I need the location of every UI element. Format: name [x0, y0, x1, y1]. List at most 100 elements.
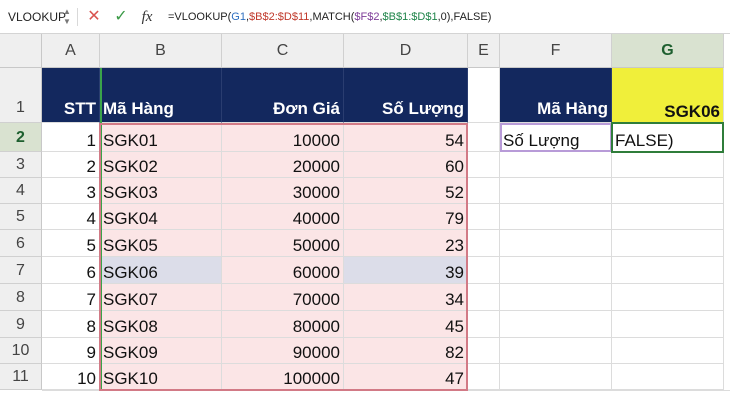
so-luong-cell[interactable]: 45 — [344, 311, 468, 338]
stt-cell[interactable]: 7 — [42, 284, 100, 311]
lookup-header-ma-hang[interactable]: Mã Hàng — [500, 68, 612, 123]
ma-hang-cell[interactable]: SGK01 — [100, 123, 222, 152]
row-header-8[interactable]: 8 — [0, 284, 42, 311]
row-header-7[interactable]: 7 — [0, 257, 42, 284]
don-gia-cell[interactable]: 10000 — [222, 123, 344, 152]
empty-cell[interactable] — [468, 284, 500, 311]
don-gia-cell[interactable]: 70000 — [222, 284, 344, 311]
header-ma-hang[interactable]: Mã Hàng — [100, 68, 222, 123]
row-header-4[interactable]: 4 — [0, 178, 42, 204]
stt-cell[interactable]: 6 — [42, 257, 100, 284]
stt-cell[interactable]: 8 — [42, 311, 100, 338]
check-icon[interactable]: ✓ — [112, 7, 130, 27]
column-header-a[interactable]: A — [42, 34, 100, 68]
row-header-1[interactable]: 1 — [0, 68, 42, 123]
stt-cell[interactable]: 5 — [42, 230, 100, 257]
empty-cell[interactable] — [468, 338, 500, 364]
header-stt[interactable]: STT — [42, 68, 100, 123]
empty-cell[interactable] — [612, 152, 724, 178]
select-all-corner[interactable] — [0, 34, 42, 68]
so-luong-cell[interactable]: 39 — [344, 257, 468, 284]
stt-cell[interactable]: 3 — [42, 178, 100, 204]
empty-cell[interactable] — [612, 204, 724, 230]
ma-hang-cell[interactable]: SGK10 — [100, 364, 222, 390]
row-header-5[interactable]: 5 — [0, 204, 42, 230]
row-header-10[interactable]: 10 — [0, 338, 42, 364]
header-don-gia[interactable]: Đơn Giá — [222, 68, 344, 123]
empty-cell[interactable] — [468, 364, 500, 390]
so-luong-cell[interactable]: 47 — [344, 364, 468, 390]
column-header-c[interactable]: C — [222, 34, 344, 68]
empty-cell[interactable] — [468, 178, 500, 204]
stt-cell[interactable]: 9 — [42, 338, 100, 364]
empty-cell[interactable] — [612, 311, 724, 338]
row-header-9[interactable]: 9 — [0, 311, 42, 338]
empty-cell[interactable] — [500, 230, 612, 257]
column-header-d[interactable]: D — [344, 34, 468, 68]
row-header-3[interactable]: 3 — [0, 152, 42, 178]
ma-hang-cell[interactable]: SGK02 — [100, 152, 222, 178]
don-gia-cell[interactable]: 60000 — [222, 257, 344, 284]
result-cell[interactable]: FALSE) — [612, 123, 724, 152]
column-header-b[interactable]: B — [100, 34, 222, 68]
empty-cell[interactable] — [468, 257, 500, 284]
empty-cell[interactable] — [500, 311, 612, 338]
empty-cell[interactable] — [500, 364, 612, 390]
empty-cell[interactable] — [500, 152, 612, 178]
empty-cell[interactable] — [500, 257, 612, 284]
ma-hang-cell[interactable]: SGK09 — [100, 338, 222, 364]
so-luong-cell[interactable]: 82 — [344, 338, 468, 364]
empty-cell[interactable] — [468, 230, 500, 257]
row-header-2[interactable]: 2 — [0, 123, 42, 152]
so-luong-cell[interactable]: 34 — [344, 284, 468, 311]
column-header-g[interactable]: G — [612, 34, 724, 68]
stt-cell[interactable]: 4 — [42, 204, 100, 230]
row-header-6[interactable]: 6 — [0, 230, 42, 257]
so-luong-cell[interactable]: 60 — [344, 152, 468, 178]
empty-cell[interactable] — [468, 152, 500, 178]
empty-cell[interactable] — [612, 178, 724, 204]
empty-cell[interactable] — [468, 311, 500, 338]
don-gia-cell[interactable]: 50000 — [222, 230, 344, 257]
ma-hang-cell[interactable]: SGK04 — [100, 204, 222, 230]
ma-hang-cell[interactable]: SGK03 — [100, 178, 222, 204]
so-luong-cell[interactable]: 23 — [344, 230, 468, 257]
stt-cell[interactable]: 10 — [42, 364, 100, 390]
empty-cell[interactable] — [468, 123, 500, 152]
empty-cell[interactable] — [612, 364, 724, 390]
don-gia-cell[interactable]: 90000 — [222, 338, 344, 364]
empty-cell[interactable] — [500, 204, 612, 230]
so-luong-cell[interactable]: 54 — [344, 123, 468, 152]
don-gia-cell[interactable]: 100000 — [222, 364, 344, 390]
empty-cell[interactable] — [500, 284, 612, 311]
header-so-luong[interactable]: Số Lượng — [344, 68, 468, 123]
empty-cell[interactable] — [468, 204, 500, 230]
cell-e1[interactable] — [468, 68, 500, 123]
so-luong-cell[interactable]: 52 — [344, 178, 468, 204]
stt-cell[interactable]: 1 — [42, 123, 100, 152]
name-box-dropdown-icon[interactable]: ▲ ▼ — [62, 7, 72, 27]
column-header-f[interactable]: F — [500, 34, 612, 68]
so-luong-cell[interactable]: 79 — [344, 204, 468, 230]
cancel-icon[interactable]: ✕ — [85, 7, 103, 27]
empty-cell[interactable] — [500, 338, 612, 364]
stt-cell[interactable]: 2 — [42, 152, 100, 178]
lookup-field-cell[interactable]: Số Lượng — [500, 123, 612, 152]
empty-cell[interactable] — [612, 257, 724, 284]
don-gia-cell[interactable]: 30000 — [222, 178, 344, 204]
don-gia-cell[interactable]: 80000 — [222, 311, 344, 338]
lookup-value-cell[interactable]: SGK06 — [612, 68, 724, 123]
formula-input[interactable]: =VLOOKUP(G1,$B$2:$D$11,MATCH($F$2,$B$1:$… — [168, 7, 491, 27]
ma-hang-cell[interactable]: SGK06 — [100, 257, 222, 284]
don-gia-cell[interactable]: 20000 — [222, 152, 344, 178]
ma-hang-cell[interactable]: SGK05 — [100, 230, 222, 257]
column-header-e[interactable]: E — [468, 34, 500, 68]
empty-cell[interactable] — [612, 230, 724, 257]
don-gia-cell[interactable]: 40000 — [222, 204, 344, 230]
ma-hang-cell[interactable]: SGK07 — [100, 284, 222, 311]
empty-cell[interactable] — [500, 178, 612, 204]
fx-icon[interactable]: fx — [138, 7, 156, 27]
empty-cell[interactable] — [612, 284, 724, 311]
row-header-11[interactable]: 11 — [0, 364, 42, 390]
empty-cell[interactable] — [612, 338, 724, 364]
